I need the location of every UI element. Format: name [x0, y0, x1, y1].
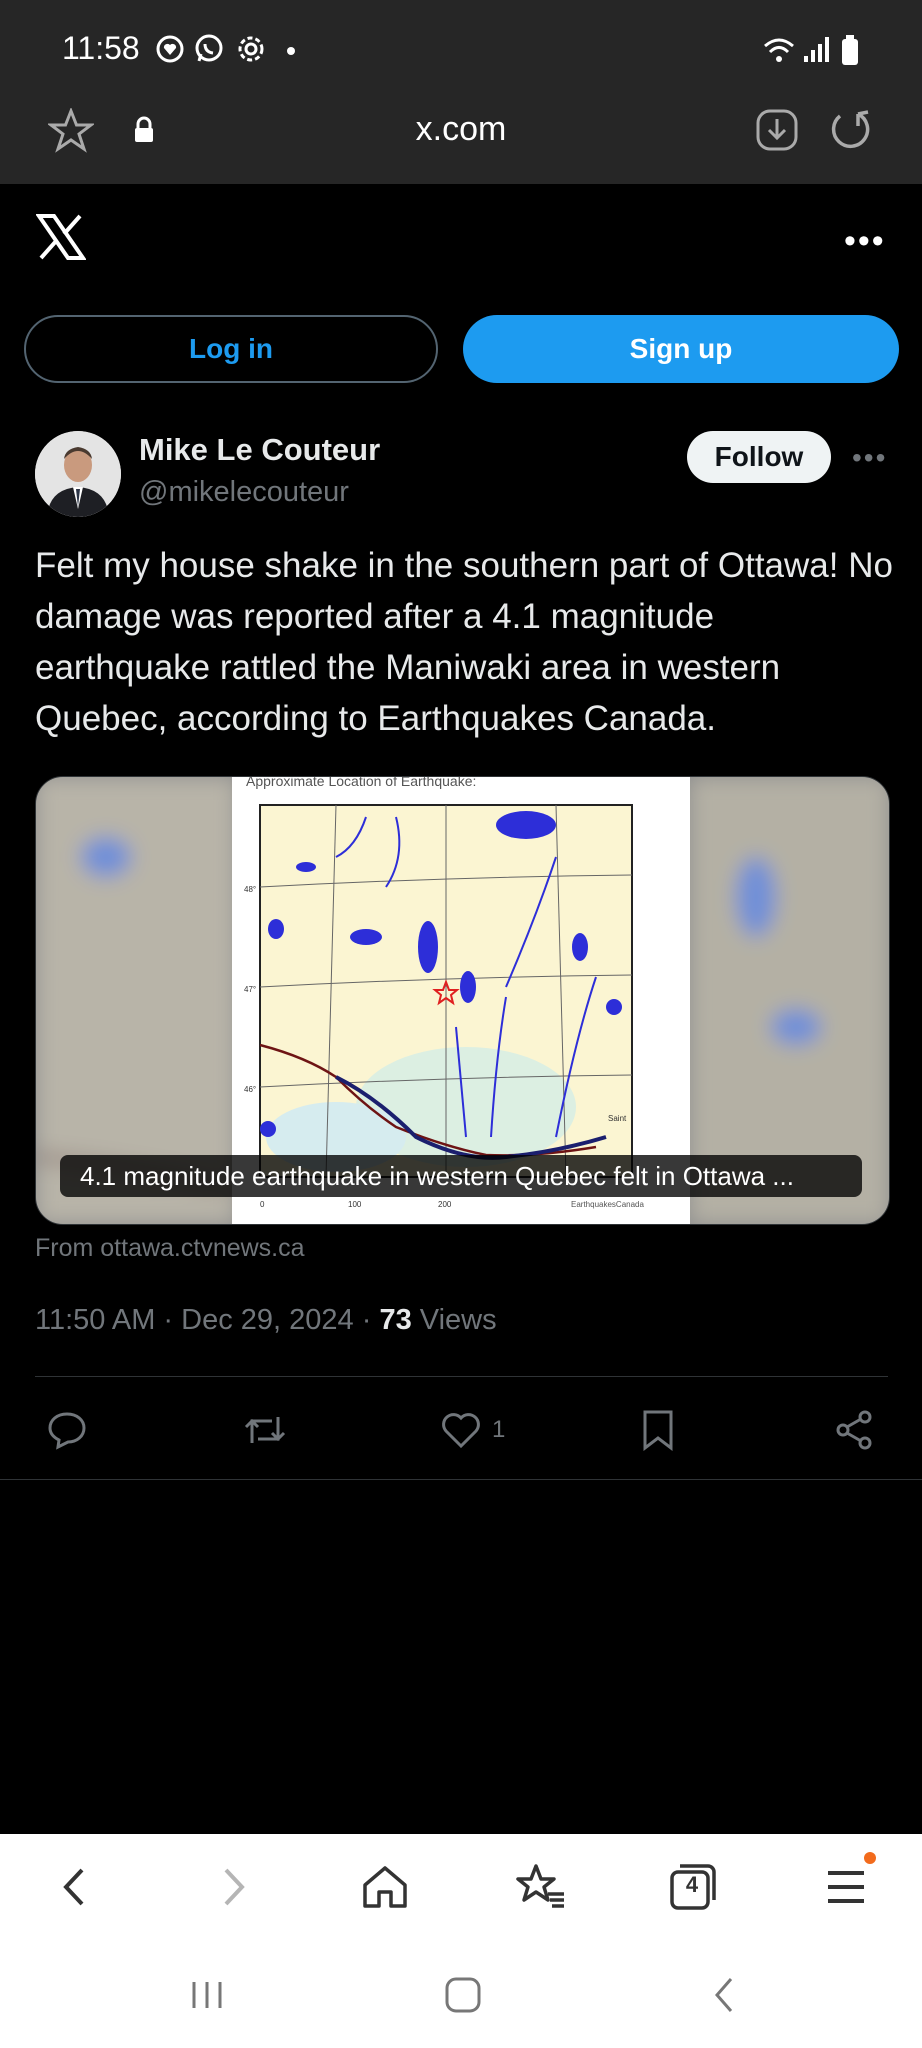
heart-icon — [442, 1413, 480, 1449]
home-system-icon[interactable] — [438, 1970, 488, 2020]
like-count: 1 — [492, 1416, 506, 1443]
whatsapp-icon — [195, 34, 223, 62]
tabs-button[interactable]: 4 — [664, 1858, 722, 1916]
map-title: Approximate Location of Earthquake: — [246, 777, 476, 789]
author-name[interactable]: Mike Le Couteur — [139, 432, 380, 468]
back-icon[interactable] — [46, 1858, 104, 1916]
map-scale-label: 100 — [348, 1200, 362, 1209]
x-logo-icon[interactable] — [36, 214, 86, 260]
notification-dot-icon — [287, 47, 295, 55]
follow-button[interactable]: Follow — [687, 431, 831, 483]
post-more-icon[interactable]: ••• — [852, 442, 887, 474]
share-button[interactable] — [834, 1408, 874, 1452]
views-count: 73 — [379, 1304, 412, 1336]
more-options-icon[interactable]: ••• — [844, 222, 886, 261]
forward-icon[interactable] — [204, 1858, 262, 1916]
signal-icon — [804, 37, 829, 62]
map-lat-label: 48° — [244, 885, 256, 894]
repost-icon — [244, 1417, 286, 1443]
map-lat-label: 47° — [244, 985, 256, 994]
divider — [0, 1479, 922, 1480]
heart-circle-icon — [156, 35, 184, 63]
wifi-icon — [764, 38, 794, 62]
reload-icon[interactable] — [828, 106, 874, 152]
reply-button[interactable] — [46, 1408, 88, 1452]
login-button[interactable]: Log in — [24, 315, 438, 383]
views-label: Views — [411, 1304, 497, 1336]
map-credit: EarthquakesCanada — [571, 1200, 644, 1209]
home-icon[interactable] — [356, 1858, 414, 1916]
recent-apps-icon[interactable] — [182, 1970, 232, 2020]
settings-icon — [238, 36, 264, 62]
bookmarks-icon[interactable] — [512, 1858, 570, 1916]
map-scale-label: 200 — [438, 1200, 452, 1209]
bookmark-icon — [643, 1410, 673, 1451]
repost-button[interactable] — [242, 1408, 288, 1452]
link-source[interactable]: From ottawa.ctvnews.ca — [35, 1234, 305, 1263]
like-button[interactable]: 1 — [440, 1408, 505, 1452]
link-card-title[interactable]: 4.1 magnitude earthquake in western Queb… — [60, 1155, 862, 1197]
map-scale-label: 0 — [260, 1200, 265, 1209]
post-text: Felt my house shake in the southern part… — [35, 546, 893, 738]
post-timestamp[interactable]: 11:50 AM · Dec 29, 2024 · — [35, 1304, 379, 1336]
tabs-count: 4 — [685, 1872, 699, 1897]
status-time: 11:58 — [62, 30, 140, 66]
back-system-icon[interactable] — [700, 1970, 750, 2020]
avatar[interactable] — [35, 431, 121, 517]
share-icon — [836, 1410, 872, 1450]
menu-icon[interactable] — [818, 1858, 876, 1916]
signup-button[interactable]: Sign up — [463, 315, 899, 383]
map-lat-label: 46° — [244, 1085, 256, 1094]
divider — [35, 1376, 888, 1377]
bookmark-button[interactable] — [640, 1408, 676, 1452]
menu-badge-icon — [864, 1852, 876, 1864]
battery-icon — [842, 35, 858, 65]
download-icon[interactable] — [755, 108, 799, 152]
reply-icon — [48, 1412, 86, 1450]
author-handle[interactable]: @mikelecouteur — [139, 476, 349, 509]
map-place-label: Saint — [608, 1114, 627, 1123]
post-metadata: 11:50 AM · Dec 29, 2024 · 73 Views — [35, 1304, 497, 1337]
